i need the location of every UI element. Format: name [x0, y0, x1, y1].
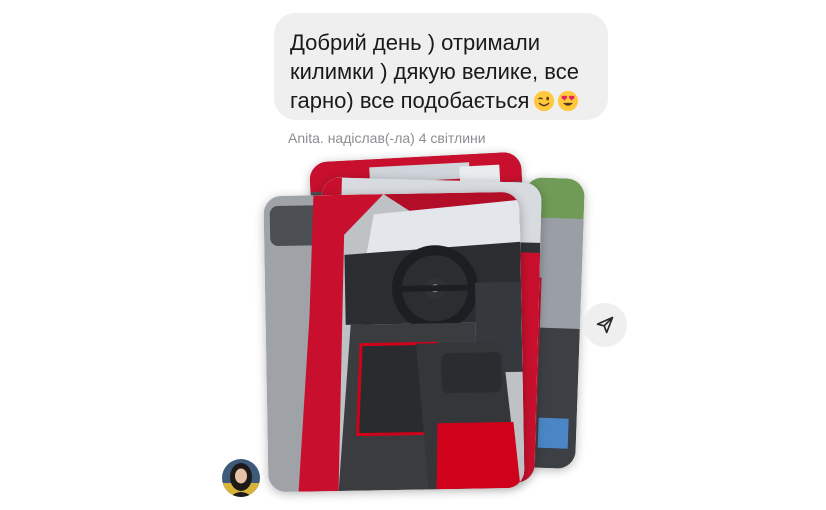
- paper-plane-icon: [596, 316, 614, 334]
- message-bubble[interactable]: Добрий день ) отримали килимки ) дякую в…: [274, 13, 608, 120]
- share-button[interactable]: [583, 303, 627, 347]
- car-interior-photo: [263, 191, 525, 493]
- sender-avatar[interactable]: [222, 459, 260, 497]
- heart-eyes-emoji: [558, 90, 579, 112]
- photo-thumbnail-main[interactable]: [263, 191, 525, 493]
- user-avatar: [222, 459, 260, 497]
- attachment-caption: Anita. надіслав(-ла) 4 світлини: [288, 130, 486, 146]
- message-emojis: [533, 90, 581, 117]
- photo-stack[interactable]: [260, 150, 590, 500]
- winking-face-emoji: [534, 90, 555, 112]
